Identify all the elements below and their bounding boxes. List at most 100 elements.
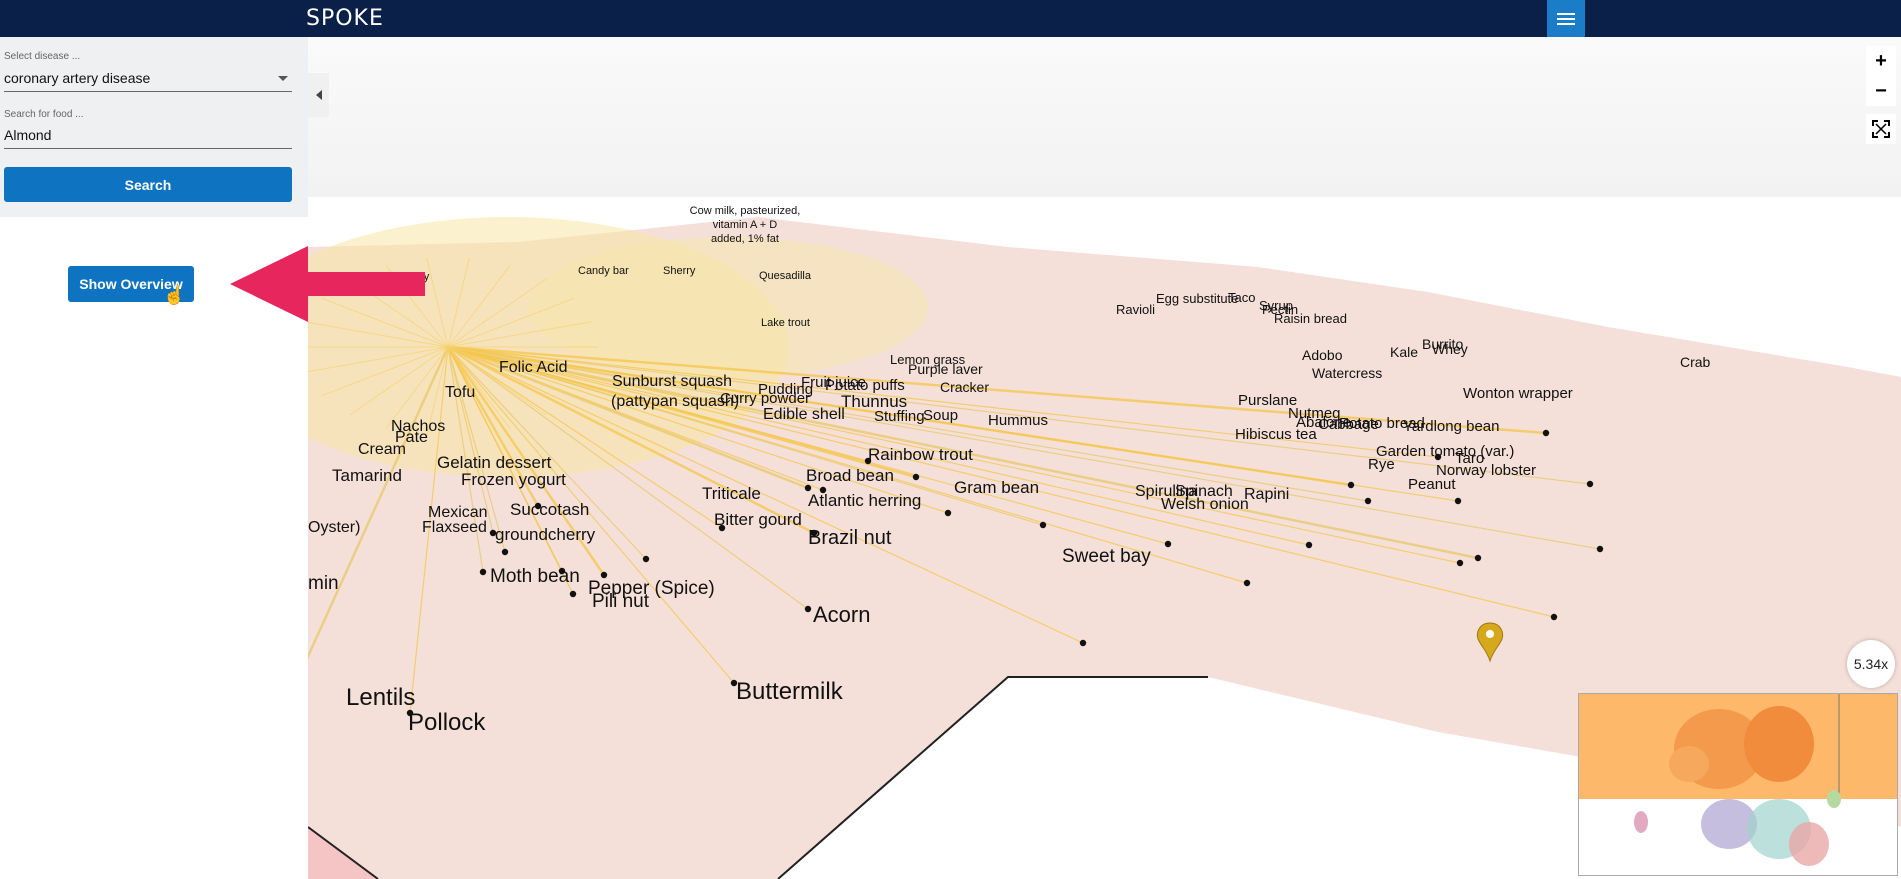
hand-cursor-icon: ☝ — [163, 285, 186, 305]
network-node[interactable] — [1456, 559, 1464, 567]
food-node-label: Mexican — [428, 504, 488, 521]
food-node-label: Buttermilk — [736, 678, 844, 705]
network-node[interactable] — [1243, 579, 1251, 587]
food-node-label: Triticale — [702, 484, 761, 503]
top-label-line-2: vitamin A + D — [713, 219, 778, 231]
food-node-label: Syrup — [1259, 298, 1293, 313]
search-button[interactable]: Search — [4, 167, 292, 202]
food-node-label: Hummus — [988, 412, 1048, 429]
food-node-label: Lemon grass — [890, 352, 966, 367]
network-node[interactable] — [804, 605, 812, 613]
food-node-label: Folic Acid — [499, 359, 567, 376]
network-node[interactable] — [1347, 481, 1355, 489]
food-node-label: Peanut — [1408, 476, 1456, 493]
food-node-label: Brazil nut — [808, 527, 892, 549]
fullscreen-icon — [1872, 120, 1890, 138]
food-node-label: Atlantic herring — [808, 491, 921, 510]
food-node-label: Oyster) — [308, 519, 360, 536]
food-node-label: Cracker — [940, 379, 989, 395]
dropdown-caret-icon[interactable] — [278, 76, 288, 81]
food-node-label: Burrito — [1422, 336, 1463, 352]
network-node[interactable] — [1164, 540, 1172, 548]
food-node-label: Rainbow trout — [868, 445, 973, 464]
network-node[interactable] — [1550, 613, 1558, 621]
food-node-label: Kale — [1390, 344, 1418, 360]
minimap-canvas[interactable] — [1579, 694, 1897, 875]
food-node-label: Ravioli — [1116, 302, 1155, 317]
food-node-label: Cream — [358, 441, 406, 458]
collapse-sidebar-tab[interactable] — [308, 73, 329, 117]
food-node-label: Rapini — [1244, 486, 1289, 503]
food-node-label: Tamarind — [332, 466, 402, 485]
food-node-label: Bitter gourd — [714, 510, 802, 529]
top-label-line-3: added, 1% fat — [711, 233, 779, 245]
food-node-label: Potato puffs — [825, 377, 905, 394]
food-node-label: Wonton wrapper — [1463, 385, 1573, 402]
network-node[interactable] — [944, 509, 952, 517]
disease-field-underline — [4, 91, 292, 92]
minimap-cluster — [1789, 822, 1829, 866]
food-node-label: Edible shell — [763, 406, 845, 423]
network-node[interactable] — [1305, 541, 1313, 549]
food-node-label: Moth bean — [490, 566, 580, 587]
cluster-glow-2 — [528, 237, 928, 377]
minimap-cluster — [1827, 790, 1841, 808]
food-field-underline — [4, 148, 292, 149]
network-node[interactable] — [1542, 429, 1550, 437]
disease-field-label: Select disease ... — [4, 51, 81, 62]
zoom-in-button[interactable]: + — [1866, 46, 1896, 76]
food-node-label: Adobo — [1302, 347, 1343, 363]
network-node[interactable] — [501, 548, 509, 556]
food-node-label: Crab — [1680, 354, 1711, 370]
network-node[interactable] — [1586, 480, 1594, 488]
food-node-label: Pollock — [408, 709, 486, 736]
food-node-label: Acorn — [813, 602, 870, 627]
food-node-label: Broad bean — [806, 466, 894, 485]
network-node[interactable] — [642, 555, 650, 563]
minimap-cluster — [1744, 706, 1814, 782]
top-navbar: SPOKE — [0, 0, 1901, 37]
food-node-label: (pattypan squash) — [611, 393, 739, 410]
food-node-label: Candy bar — [578, 265, 629, 277]
food-node-label: Succotash — [510, 500, 589, 519]
food-node-label: Tofu — [445, 384, 475, 401]
food-node-label: Welsh onion — [1161, 496, 1249, 513]
disease-select[interactable]: coronary artery disease — [4, 70, 150, 86]
hamburger-icon — [1557, 10, 1575, 28]
minimap-cluster — [1634, 811, 1648, 833]
food-node-label: Flaxseed — [422, 519, 487, 536]
food-node-label: Frozen yogurt — [461, 470, 566, 489]
top-label-line-1: Cow milk, pasteurized, — [690, 205, 801, 217]
chevron-left-icon — [315, 90, 322, 100]
network-node[interactable] — [1474, 554, 1482, 562]
food-node-label: Hibiscus tea — [1235, 426, 1317, 443]
food-node-label: groundcherry — [495, 525, 596, 544]
network-node[interactable] — [1454, 497, 1462, 505]
minimap[interactable] — [1578, 693, 1898, 876]
menu-button[interactable] — [1547, 0, 1585, 37]
food-search-input[interactable]: Almond — [4, 127, 51, 143]
network-node[interactable] — [569, 590, 577, 598]
search-form-panel: Select disease ... coronary artery disea… — [0, 37, 308, 217]
food-node-label: Nutmeg — [1288, 405, 1341, 422]
fullscreen-button[interactable] — [1866, 114, 1896, 144]
zoom-out-button[interactable]: − — [1866, 76, 1896, 106]
food-field-label: Search for food ... — [4, 109, 84, 120]
network-node[interactable] — [1079, 639, 1087, 647]
network-node[interactable] — [1596, 545, 1604, 553]
food-node-label: Potato bread — [1339, 415, 1425, 432]
food-node-label: Soup — [923, 407, 958, 424]
food-node-label: Gram bean — [954, 478, 1039, 497]
network-node[interactable] — [1039, 521, 1047, 529]
food-node-label: Watercress — [1312, 365, 1382, 381]
food-node-label: Lentils — [346, 684, 415, 711]
minimap-cluster — [1669, 746, 1709, 782]
network-node[interactable] — [912, 473, 920, 481]
network-node[interactable] — [1364, 497, 1372, 505]
zoom-level-badge: 5.34x — [1847, 640, 1895, 688]
network-node[interactable] — [479, 568, 487, 576]
food-node-label: Thunnus — [841, 392, 907, 411]
food-node-label: Quesadilla — [759, 270, 812, 282]
food-node-label: min — [308, 573, 339, 594]
food-node-label: Pak choy — [384, 271, 430, 283]
